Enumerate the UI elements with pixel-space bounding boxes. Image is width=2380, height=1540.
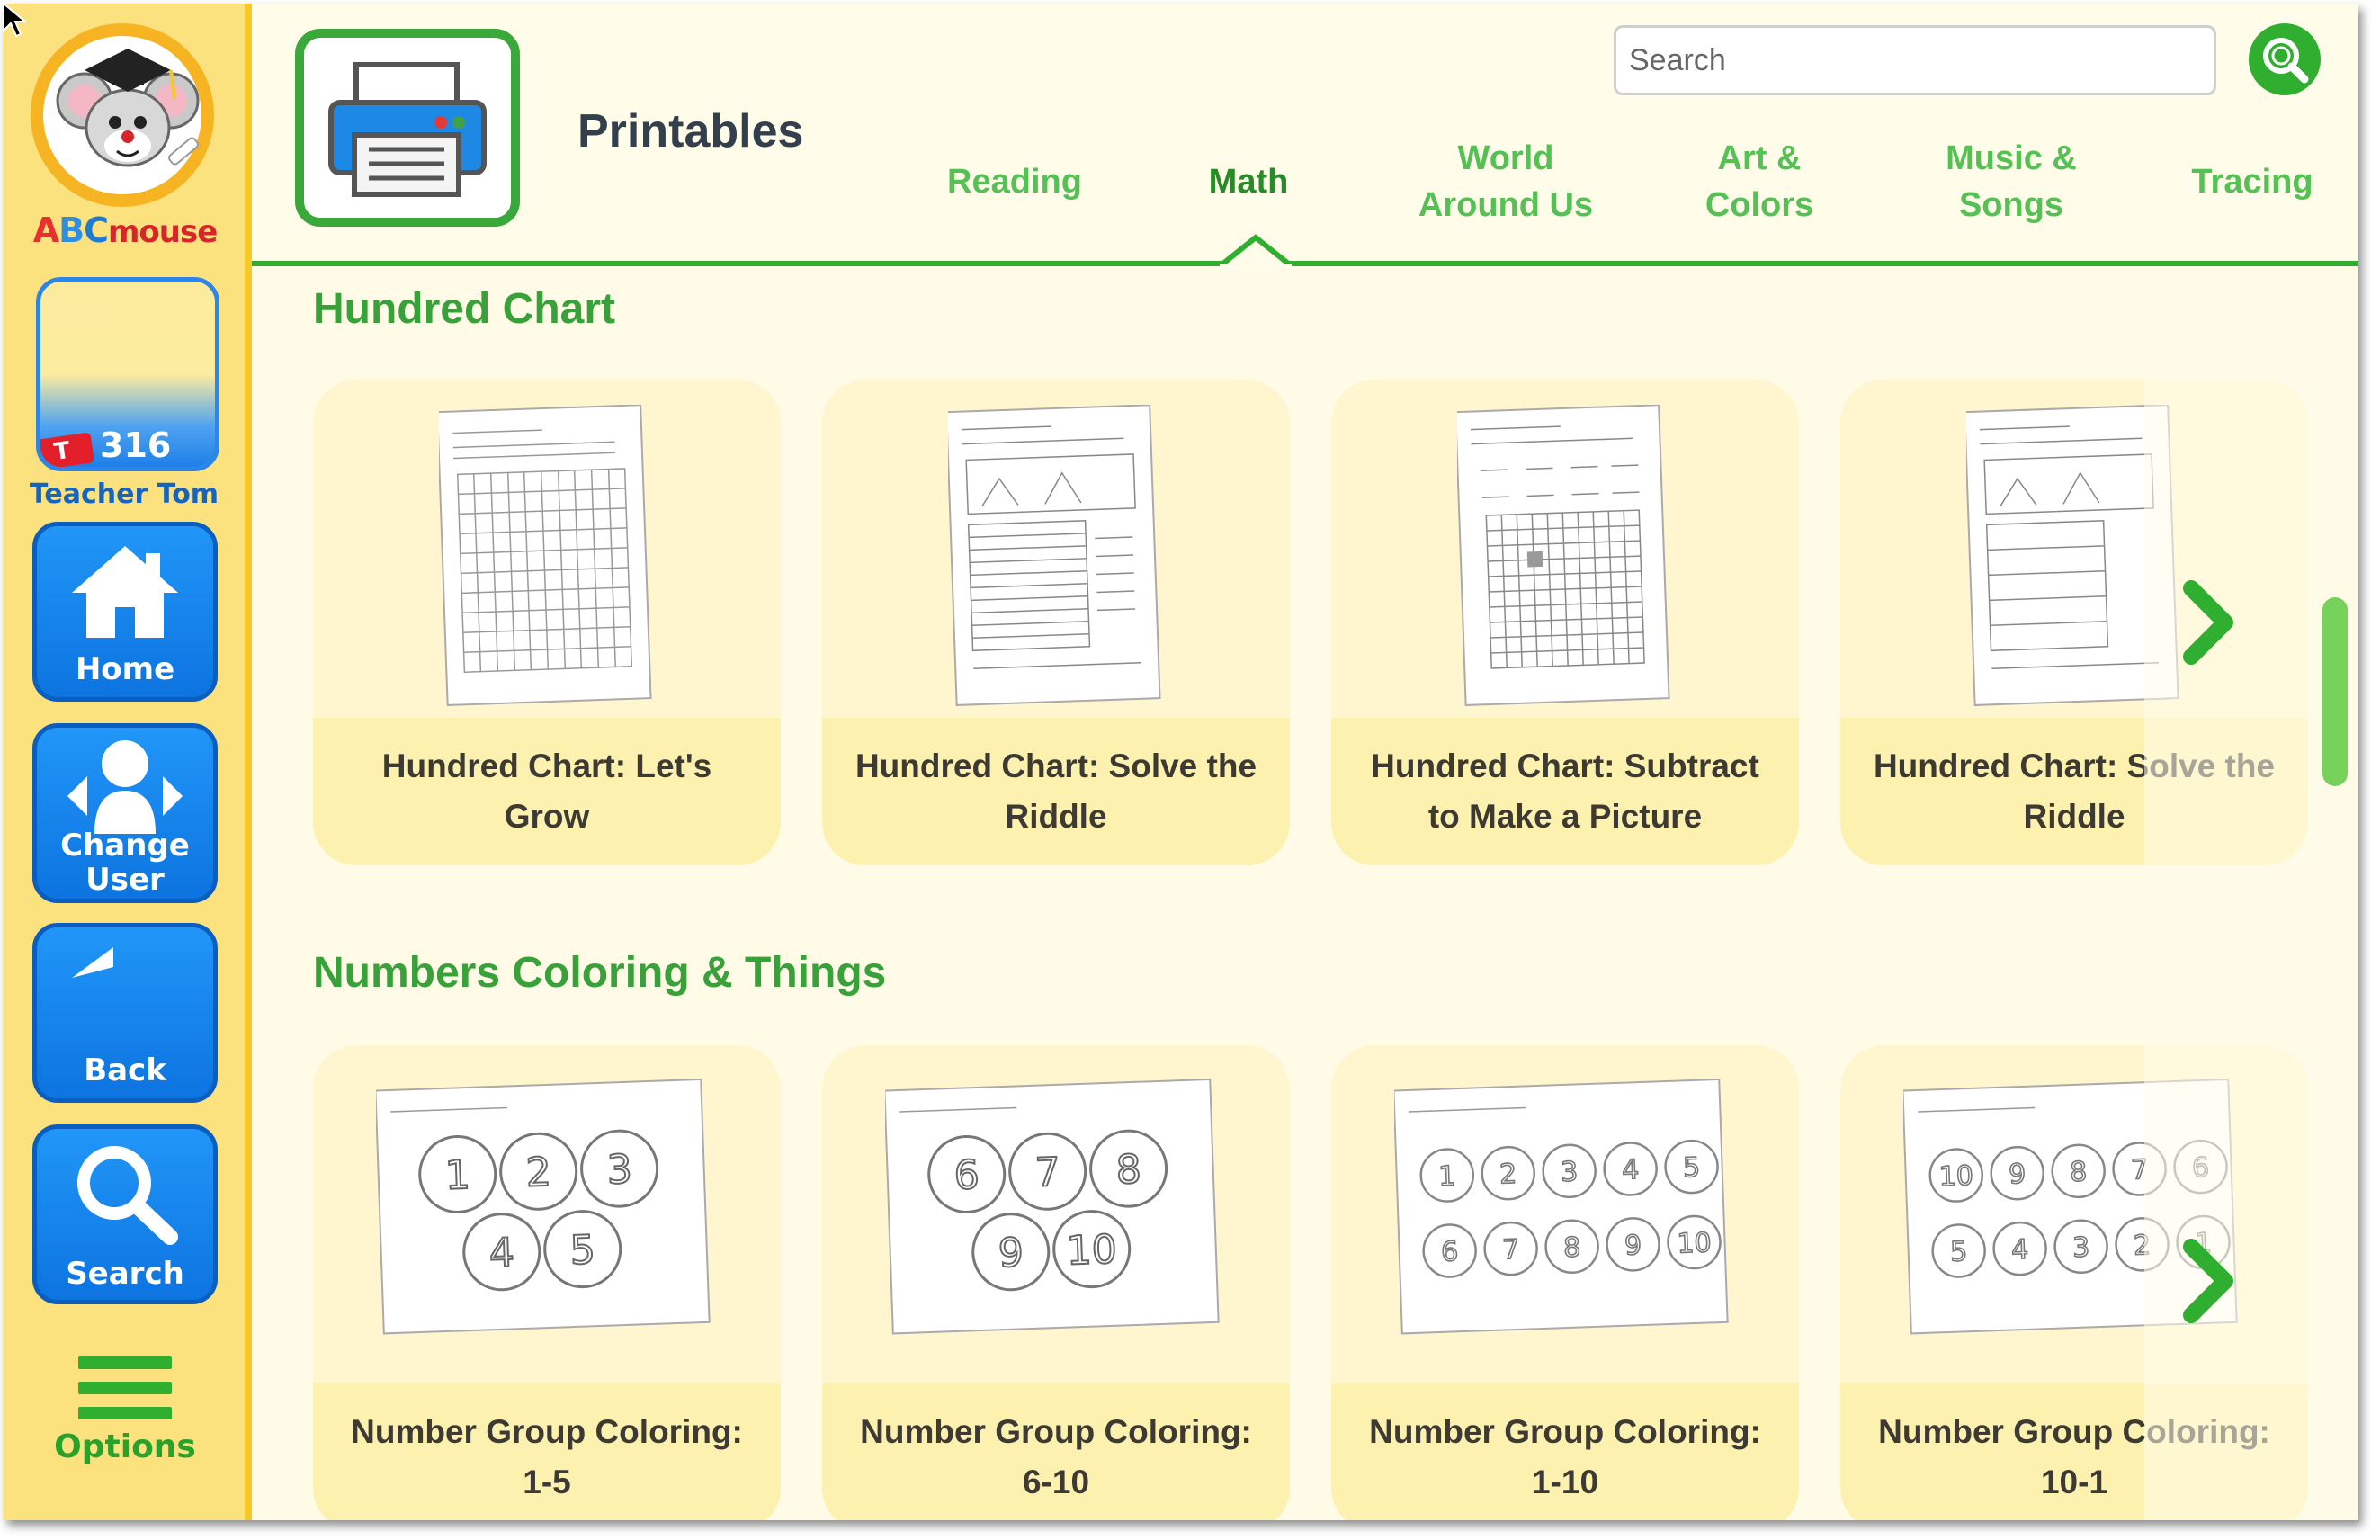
- number-glyph: 8: [1115, 1147, 1142, 1194]
- user-name: Teacher Tom: [29, 479, 219, 510]
- menu-icon-bar: [78, 1382, 172, 1394]
- worksheet-thumbnail: 1 2 3 4 5 6 7 8 9 10: [1394, 1078, 1729, 1335]
- number-glyph: 5: [569, 1227, 596, 1274]
- back-arrow-icon: [72, 947, 113, 978]
- printable-card[interactable]: 1 2 3 4 5 6 7 8 9 10 Number Group Colori…: [1331, 1045, 1799, 1520]
- tab-tracing[interactable]: Tracing: [2162, 158, 2342, 205]
- brand-wordmark: ABCmouse: [32, 210, 219, 250]
- tab-reading[interactable]: Reading: [916, 158, 1114, 205]
- chevron-right-icon[interactable]: [2180, 1238, 2238, 1324]
- user-avatar-box[interactable]: T 316: [36, 277, 219, 471]
- printable-card[interactable]: Hundred Chart: Solve the Riddle: [822, 380, 1290, 865]
- vertical-scrollbar-thumb[interactable]: [2322, 597, 2348, 786]
- number-glyph: 10: [1938, 1160, 1973, 1193]
- number-glyph: 6: [1441, 1236, 1459, 1268]
- number-glyph: 7: [1034, 1150, 1061, 1196]
- section-title-numbers-coloring: Numbers Coloring & Things: [313, 949, 887, 997]
- tab-music-songs[interactable]: Music & Songs: [1912, 135, 2110, 228]
- number-glyph: 5: [1682, 1152, 1700, 1185]
- mouse-mascot-icon: [56, 49, 200, 167]
- back-button[interactable]: Back: [32, 923, 218, 1103]
- ticket-count: 316: [100, 425, 172, 465]
- card-title: Hundred Chart: Subtract to Make a Pictur…: [1331, 718, 1799, 865]
- tab-world-around-us[interactable]: World Around Us: [1389, 135, 1623, 228]
- number-glyph: 4: [488, 1230, 515, 1276]
- number-glyph: 4: [1622, 1154, 1640, 1186]
- number-glyph: 10: [1066, 1227, 1118, 1275]
- menu-icon-bar: [78, 1407, 172, 1419]
- printable-card[interactable]: Hundred Chart: Let's Grow: [313, 380, 781, 865]
- printable-card[interactable]: 6 7 8 9 10 Number Group Coloring: 6-10: [822, 1045, 1290, 1520]
- magnifier-icon: [2263, 38, 2309, 84]
- app-window: ABCmouse T 316 Teacher Tom Home Change U…: [4, 4, 2358, 1520]
- number-glyph: 9: [998, 1230, 1024, 1276]
- printables-tile: [295, 29, 520, 227]
- number-glyph: 10: [1677, 1227, 1712, 1259]
- number-glyph: 8: [1563, 1231, 1581, 1264]
- home-icon: [72, 546, 178, 638]
- number-glyph: 5: [1950, 1236, 1968, 1268]
- number-glyph: 3: [606, 1147, 633, 1194]
- number-glyph: 9: [1624, 1230, 1642, 1262]
- worksheet-thumbnail: 1 2 3 4 5: [376, 1078, 711, 1335]
- search-button[interactable]: Search: [32, 1124, 218, 1304]
- number-glyph: 3: [2072, 1231, 2090, 1264]
- number-glyph: 8: [2070, 1156, 2088, 1188]
- sidebar: ABCmouse T 316 Teacher Tom Home Change U…: [4, 4, 252, 1520]
- number-glyph: 1: [444, 1152, 471, 1199]
- card-title: Hundred Chart: Solve the Riddle: [822, 718, 1290, 865]
- abcmouse-logo[interactable]: [31, 23, 214, 207]
- worksheet-thumbnail: [439, 405, 652, 706]
- search-submit-button[interactable]: [2249, 23, 2321, 95]
- card-title: Number Group Coloring: 1-5: [313, 1383, 781, 1520]
- number-glyph: 2: [1499, 1159, 1517, 1191]
- search-input[interactable]: [1614, 25, 2216, 95]
- printable-card[interactable]: Hundred Chart: Subtract to Make a Pictur…: [1331, 380, 1799, 865]
- worksheet-thumbnail: [1457, 405, 1670, 706]
- menu-icon-bar: [78, 1356, 172, 1369]
- card-title: Number Group Coloring: 1-10: [1331, 1383, 1799, 1520]
- page-title: Printables: [577, 105, 804, 157]
- worksheet-thumbnail: 6 7 8 9 10: [885, 1078, 1220, 1335]
- card-title: Number Group Coloring: 6-10: [822, 1383, 1290, 1520]
- search-icon: [77, 1146, 178, 1245]
- number-glyph: 7: [1502, 1234, 1520, 1267]
- card-title: Hundred Chart: Let's Grow: [313, 718, 781, 865]
- number-glyph: 2: [525, 1150, 552, 1196]
- section-title-hundred-chart: Hundred Chart: [313, 285, 615, 333]
- options-button[interactable]: Options: [40, 1356, 210, 1491]
- number-glyph: 4: [2011, 1234, 2029, 1267]
- mouse-pointer-icon: [3, 2, 28, 38]
- chevron-right-icon[interactable]: [2180, 579, 2238, 666]
- tab-math[interactable]: Math: [1168, 158, 1329, 205]
- number-glyph: 6: [953, 1152, 980, 1199]
- printable-card[interactable]: 1 2 3 4 5 Number Group Coloring: 1-5: [313, 1045, 781, 1520]
- home-button[interactable]: Home: [32, 522, 218, 702]
- printer-icon: [328, 62, 487, 197]
- number-glyph: 9: [2009, 1159, 2027, 1191]
- number-glyph: 1: [1438, 1160, 1456, 1193]
- active-tab-indicator: [1220, 234, 1292, 270]
- header: Printables Reading Math World Around Us …: [252, 4, 2358, 270]
- change-user-icon: [67, 740, 183, 834]
- change-user-button[interactable]: Change User: [32, 723, 218, 903]
- number-glyph: 3: [1561, 1156, 1579, 1188]
- worksheet-thumbnail: [948, 405, 1161, 706]
- tab-art-colors[interactable]: Art & Colors: [1669, 135, 1849, 228]
- ticket-badge: T: [40, 432, 95, 467]
